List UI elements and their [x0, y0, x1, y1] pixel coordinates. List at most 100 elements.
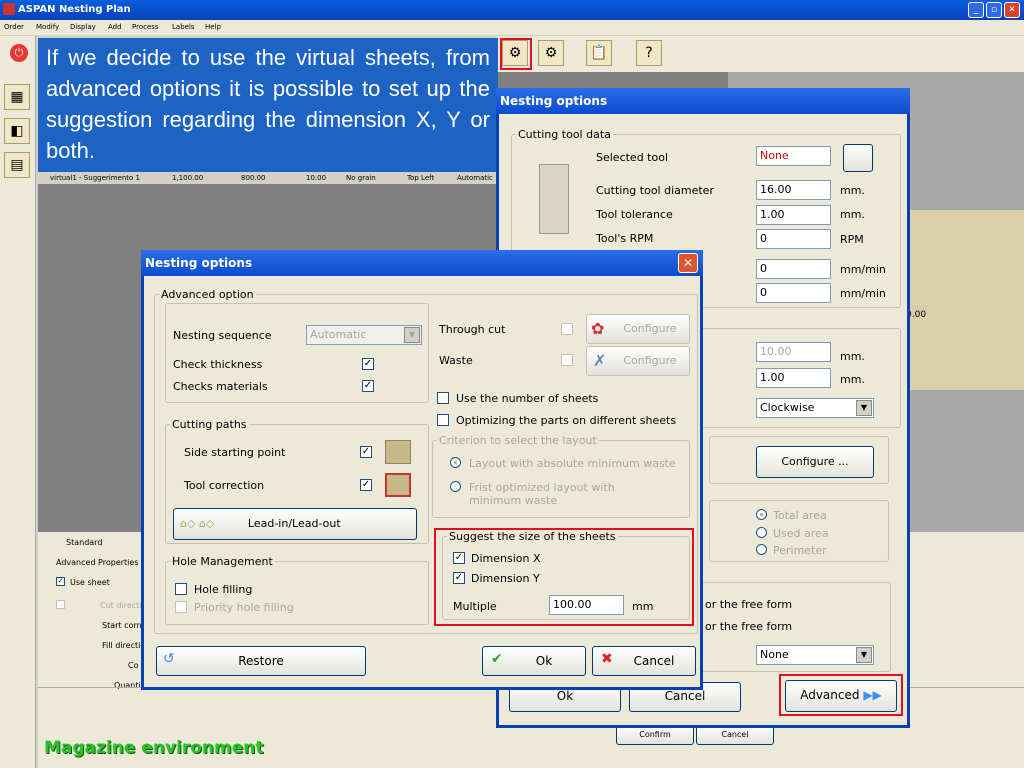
tool-correction-checkbox[interactable]: ✓	[360, 479, 372, 491]
field3-unit: mm.	[840, 350, 865, 363]
dimension-x-checkbox[interactable]: ✓	[453, 552, 465, 564]
ok-label: Ok	[535, 654, 553, 668]
through-cut-checkbox[interactable]	[561, 323, 573, 335]
waste-configure-button[interactable]: ✗ Configure	[586, 346, 690, 376]
selected-tool-label: Selected tool	[596, 151, 669, 164]
side-start-checkbox[interactable]: ✓	[360, 446, 372, 458]
cutting-tool-legend: Cutting tool data	[518, 128, 611, 141]
restore-button[interactable]: ↺ Restore	[156, 646, 366, 676]
check-thickness-checkbox[interactable]: ✓	[362, 358, 374, 370]
use-number-sheets-label: Use the number of sheets	[456, 392, 599, 405]
menu-process[interactable]: Process	[132, 23, 159, 31]
minimize-button[interactable]: _	[968, 2, 984, 18]
total-area-label: Total area	[773, 509, 827, 522]
app-icon	[3, 3, 15, 15]
back-configure-button[interactable]: Configure ...	[756, 446, 874, 478]
gear-icon: ✿	[591, 319, 605, 338]
ok-button[interactable]: ✔ Ok	[482, 646, 586, 676]
optimizing-parts-label: Optimizing the parts on different sheets	[456, 414, 677, 427]
priority-hole-checkbox[interactable]	[175, 601, 187, 613]
menu-labels[interactable]: Labels	[172, 23, 195, 31]
through-cut-configure-button[interactable]: ✿ Configure	[586, 314, 690, 344]
used-area-radio[interactable]	[756, 527, 767, 538]
advanced-option-legend: Advanced option	[161, 288, 254, 301]
cutting-paths-legend: Cutting paths	[172, 418, 247, 431]
use-sheet-checkbox[interactable]: ✓	[56, 577, 65, 586]
tool-picker-button[interactable]	[843, 144, 873, 172]
direction-select[interactable]: Clockwise ▼	[756, 398, 874, 418]
undo-icon: ↺	[163, 651, 175, 667]
menu-order[interactable]: Order	[4, 23, 24, 31]
cell-width: 1,100.00	[172, 174, 204, 182]
use-sheet-label: Use sheet	[70, 578, 110, 587]
field3[interactable]: 10.00	[756, 342, 831, 362]
menu-display[interactable]: Display	[70, 23, 96, 31]
first-optimized-radio[interactable]	[450, 481, 461, 492]
checks-materials-checkbox[interactable]: ✓	[362, 380, 374, 392]
cut-direction-checkbox[interactable]	[56, 600, 65, 609]
settings-icon[interactable]: ⚙	[538, 40, 564, 66]
cancel-icon: ✖	[601, 651, 613, 667]
dimension-y-checkbox[interactable]: ✓	[453, 572, 465, 584]
speed2-field[interactable]: 0	[756, 283, 831, 303]
table-row[interactable]: virtual1 - Suggerimento 1 1,100.00 800.0…	[38, 172, 498, 184]
dialog-close-button[interactable]: ✕	[678, 253, 698, 273]
nesting-sequence-value: Automatic	[310, 328, 367, 341]
check-icon: ✔	[491, 651, 503, 667]
tab-standard[interactable]: Standard	[66, 538, 102, 547]
report-icon[interactable]: 📋	[586, 40, 612, 66]
magazine-label: Magazine environment	[44, 738, 264, 758]
hole-filling-checkbox[interactable]	[175, 583, 187, 595]
lead-in-out-button[interactable]: ⌂◇ ⌂◇ Lead-in/Lead-out	[173, 508, 417, 540]
parts-icon[interactable]: ◧	[4, 118, 30, 144]
help-icon[interactable]: ?	[636, 40, 662, 66]
check-thickness-label: Check thickness	[173, 358, 263, 371]
perimeter-radio[interactable]	[756, 544, 767, 555]
speed2-unit: mm/min	[840, 287, 886, 300]
absolute-minimum-radio[interactable]	[450, 457, 461, 468]
through-cut-configure-label: Configure	[623, 322, 677, 335]
absolute-minimum-label: Layout with absolute minimum waste	[469, 457, 676, 470]
confirm-button[interactable]: Confirm	[616, 725, 694, 745]
use-number-sheets-checkbox[interactable]	[437, 392, 449, 404]
rpm-field[interactable]: 0	[756, 229, 831, 249]
left-toolbar: ⏻ ▦ ◧ ▤	[0, 36, 36, 768]
menu-modify[interactable]: Modify	[36, 23, 59, 31]
quantity-label: Quanti	[114, 681, 141, 690]
menu-add[interactable]: Add	[108, 23, 122, 31]
tool-correction-swatch[interactable]	[385, 473, 411, 497]
diameter-label: Cutting tool diameter	[596, 184, 714, 197]
menu-bar: Order Modify Display Add Process Labels …	[0, 20, 1024, 35]
advanced-highlight	[779, 674, 903, 716]
confirm-label: Confirm	[639, 730, 671, 739]
cell-corner: Top Left	[407, 174, 435, 182]
side-start-label: Side starting point	[184, 446, 286, 459]
none-select[interactable]: None ▼	[756, 645, 874, 665]
co-label: Co	[128, 661, 139, 670]
nesting-sequence-select[interactable]: Automatic ▼	[306, 325, 422, 345]
cell-height: 800.00	[241, 174, 266, 182]
sheets-icon[interactable]: ▤	[4, 152, 30, 178]
speed1-field[interactable]: 0	[756, 259, 831, 279]
diameter-field[interactable]: 16.00	[756, 180, 831, 200]
restore-button[interactable]: ▫	[986, 2, 1002, 18]
waste-checkbox[interactable]	[561, 354, 573, 366]
cancel-button[interactable]: ✖ Cancel	[592, 646, 696, 676]
tolerance-field[interactable]: 1.00	[756, 205, 831, 225]
layout-icon[interactable]: ▦	[4, 84, 30, 110]
field4[interactable]: 1.00	[756, 368, 831, 388]
close-button[interactable]: ✕	[1004, 2, 1020, 18]
side-start-swatch[interactable]	[385, 440, 411, 464]
selected-tool-field[interactable]: None	[756, 146, 831, 166]
rpm-label: Tool's RPM	[596, 232, 654, 245]
multiple-field[interactable]: 100.00	[549, 595, 624, 615]
menu-help[interactable]: Help	[205, 23, 221, 31]
top-toolbar: ⚙ ⚙ 📋 ?	[496, 36, 1024, 72]
highlight-box	[500, 38, 532, 70]
group-advanced-properties: Advanced Properties	[56, 558, 139, 567]
optimizing-parts-checkbox[interactable]	[437, 414, 449, 426]
stop-icon[interactable]: ⏻	[10, 44, 28, 62]
footer-cancel-button[interactable]: Cancel	[696, 725, 774, 745]
cell-thickness: 10.00	[306, 174, 327, 182]
total-area-radio[interactable]	[756, 509, 767, 520]
